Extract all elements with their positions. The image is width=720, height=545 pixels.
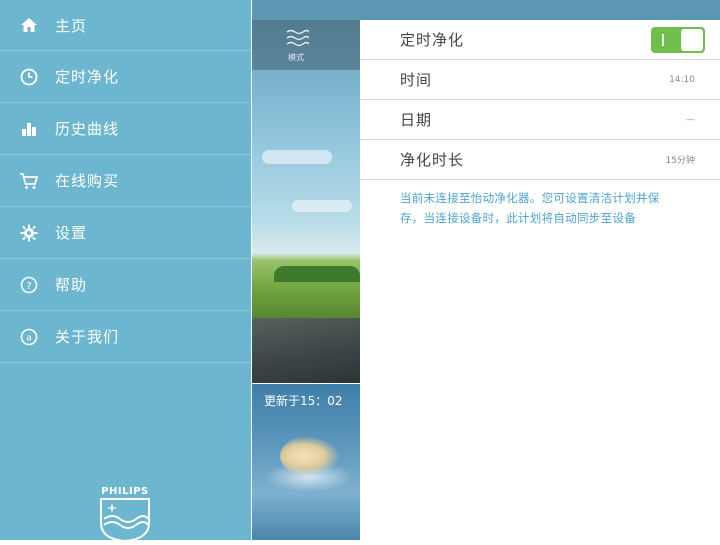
timed-purify-toggle[interactable] [651, 26, 705, 53]
bar-chart-icon [18, 118, 40, 140]
landscape-photo: 模式 [252, 0, 360, 383]
help-icon: ? [18, 274, 40, 296]
sidebar-item-label: 关于我们 [55, 328, 120, 346]
trees [274, 266, 360, 282]
sidebar-item-label: 在线购买 [55, 172, 120, 190]
sidebar-item-label: 主页 [55, 16, 88, 35]
background-photo: 模式 更新于15：02 [252, 0, 360, 540]
time-value: 14:10 [669, 74, 695, 85]
cloud [280, 436, 340, 476]
row-label: 定时净化 [400, 31, 465, 49]
mode-label: 模式 [288, 53, 304, 62]
svg-text:a: a [26, 333, 32, 343]
sidebar-item-help[interactable]: ? 帮助 [0, 259, 251, 311]
sidebar-item-timed-purify[interactable]: 定时净化 [0, 51, 251, 103]
updated-time-label: 更新于15：02 [264, 394, 343, 408]
sidebar-item-label: 帮助 [55, 276, 88, 294]
philips-logo: PHILIPS [97, 486, 153, 545]
date-row[interactable]: 日期 — [360, 100, 720, 140]
gear-icon [18, 222, 40, 244]
about-icon: a [18, 326, 40, 348]
clock-icon [18, 66, 40, 88]
sidebar: 主页 定时净化 历史曲线 在线购买 设置 ? 帮助 a 关于我们 PHILIPS [0, 0, 251, 543]
duration-row[interactable]: 净化时长 15分钟 [360, 140, 720, 180]
timed-purify-panel: 定时净化 时间 14:10 日期 — 净化时长 15分钟 当前未连接至怡动净化器… [360, 20, 720, 540]
sidebar-item-home[interactable]: 主页 [0, 0, 251, 51]
cloud [292, 200, 352, 212]
home-icon [18, 14, 40, 36]
time-row[interactable]: 时间 14:10 [360, 60, 720, 100]
mode-bar[interactable]: 模式 [252, 20, 360, 70]
timed-purify-row: 定时净化 [360, 20, 720, 60]
sidebar-item-label: 设置 [55, 224, 88, 242]
sidebar-item-settings[interactable]: 设置 [0, 207, 251, 259]
sidebar-item-label: 定时净化 [55, 68, 120, 86]
sky-photo: 更新于15：02 [252, 384, 360, 540]
svg-text:?: ? [26, 281, 31, 292]
road [252, 318, 360, 383]
row-label: 净化时长 [400, 151, 465, 169]
date-value: — [686, 114, 695, 125]
sidebar-item-label: 历史曲线 [55, 120, 120, 138]
row-label: 日期 [400, 111, 433, 129]
sidebar-item-history[interactable]: 历史曲线 [0, 103, 251, 155]
duration-value: 15分钟 [665, 156, 695, 166]
cart-icon [18, 170, 40, 192]
sidebar-item-buy-online[interactable]: 在线购买 [0, 155, 251, 207]
sidebar-item-about[interactable]: a 关于我们 [0, 311, 251, 363]
toggle-on-mark [662, 33, 664, 46]
philips-logo-text: PHILIPS [101, 486, 149, 497]
toggle-knob [681, 28, 703, 51]
not-connected-info: 当前未连接至怡动净化器。您可设置清洁计划并保存，当连接设备时，此计划将自动同步至… [400, 191, 660, 225]
philips-shield-icon [100, 498, 150, 543]
photo-header-strip [252, 0, 360, 20]
wave-icon [286, 29, 309, 47]
row-label: 时间 [400, 71, 433, 89]
cloud [262, 150, 332, 164]
